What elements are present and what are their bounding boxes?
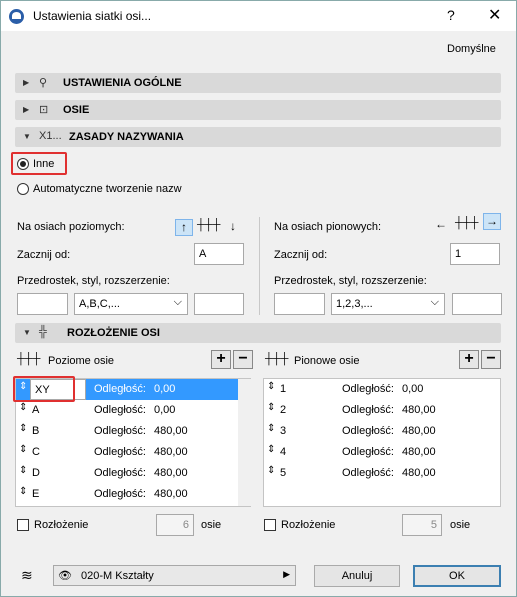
reorder-icon[interactable]: ⇕: [19, 423, 27, 434]
cancel-button[interactable]: Anuluj: [314, 565, 400, 587]
section-axes[interactable]: ▶ ⊡ OSIE: [15, 100, 501, 120]
list-item[interactable]: ⇕ 2 Odległość: 480,00: [264, 400, 500, 421]
list-item[interactable]: ⇕ E Odległość: 480,00: [16, 484, 238, 505]
vertical-distribution-checkbox[interactable]: [264, 519, 276, 531]
horizontal-suffix-input[interactable]: [194, 293, 244, 315]
list-item[interactable]: ⇕ 4 Odległość: 480,00: [264, 442, 500, 463]
expand-arrow-icon[interactable]: ▶: [23, 105, 29, 114]
list-item[interactable]: ⇕ B Odległość: 480,00: [16, 421, 238, 442]
section-naming-rules[interactable]: ▼ X1... ZASADY NAZYWANIA: [15, 127, 501, 147]
horizontal-distribution-count[interactable]: 6: [156, 514, 194, 536]
horizontal-start-label: Zacznij od:: [17, 249, 71, 261]
scrollbar[interactable]: [238, 379, 251, 506]
arrow-left-icon[interactable]: ←: [435, 217, 447, 231]
expand-arrow-icon[interactable]: ▶: [23, 78, 29, 87]
reorder-icon[interactable]: ⇕: [19, 444, 27, 455]
highlight-box: [13, 376, 75, 402]
vertical-prefix-label: Przedrostek, styl, rozszerzenie:: [274, 275, 427, 287]
naming-auto-label: Automatyczne tworzenie nazw: [33, 183, 182, 195]
list-item[interactable]: ⇕ A Odległość: 0,00: [16, 400, 238, 421]
layer-selector[interactable]: 👁 020-M Kształty ▶: [53, 565, 296, 586]
arrow-right-icon[interactable]: →: [483, 213, 501, 230]
remove-vertical-axis-button[interactable]: −: [481, 350, 501, 369]
section-general-settings[interactable]: ▶ ⚲ USTAWIENIA OGÓLNE: [15, 73, 501, 93]
vertical-distribution-count[interactable]: 5: [402, 514, 442, 536]
chevron-down-icon: ⌵: [173, 296, 182, 308]
collapse-arrow-icon[interactable]: ▼: [23, 132, 31, 141]
axis-marker-icon: ⊡: [39, 104, 49, 116]
reorder-icon[interactable]: ⇕: [19, 486, 27, 497]
list-item[interactable]: ⇕ 3 Odległość: 480,00: [264, 421, 500, 442]
add-vertical-axis-button[interactable]: +: [459, 350, 479, 369]
reorder-icon[interactable]: ⇕: [267, 402, 275, 413]
close-button[interactable]: ✕: [488, 5, 501, 25]
numbering-icon: X1...: [39, 130, 62, 142]
vertical-prefix-input[interactable]: [274, 293, 325, 315]
horizontal-prefix-label: Przedrostek, styl, rozszerzenie:: [17, 275, 170, 287]
chevron-right-icon: ▶: [283, 569, 290, 579]
reorder-icon[interactable]: ⇕: [267, 381, 275, 392]
vertical-axes-icon: ┼┼┼: [265, 353, 289, 365]
vertical-distribution-unit: osie: [450, 519, 471, 531]
eye-icon: 👁: [58, 570, 72, 582]
horizontal-start-input[interactable]: A: [194, 243, 244, 265]
naming-other-label: Inne: [33, 158, 55, 170]
collapse-arrow-icon[interactable]: ▼: [23, 328, 31, 337]
add-horizontal-axis-button[interactable]: +: [211, 350, 231, 369]
reorder-icon[interactable]: ⇕: [19, 465, 27, 476]
layers-icon: ≋: [21, 567, 33, 583]
list-item[interactable]: ⇕ C Odległość: 480,00: [16, 442, 238, 463]
arrow-up-icon[interactable]: ↑: [175, 219, 193, 236]
pin-icon: ⚲: [39, 77, 48, 89]
reorder-icon[interactable]: ⇕: [267, 444, 275, 455]
list-item[interactable]: ⇕ 1 Odległość: 0,00: [264, 379, 500, 400]
vertical-start-input[interactable]: 1: [450, 243, 500, 265]
divider: [259, 217, 260, 315]
vertical-axes-label: Pionowe osie: [294, 355, 360, 367]
grid-horizontal-icon: ┼┼┼: [197, 219, 221, 231]
horizontal-style-dropdown[interactable]: A,B,C,... ⌵: [74, 293, 188, 315]
horizontal-axes-icon: ┼┼┼: [17, 353, 41, 365]
reorder-icon[interactable]: ⇕: [267, 423, 275, 434]
vertical-style-dropdown[interactable]: 1,2,3,... ⌵: [331, 293, 445, 315]
horizontal-prefix-input[interactable]: [17, 293, 68, 315]
window-title: Ustawienia siatki osi...: [33, 9, 152, 23]
horizontal-distribution-unit: osie: [201, 519, 222, 531]
grid-vertical-icon: ┼┼┼: [455, 217, 479, 229]
remove-horizontal-axis-button[interactable]: −: [233, 350, 253, 369]
help-button[interactable]: ?: [447, 7, 455, 23]
vertical-axes-heading: Na osiach pionowych:: [274, 221, 382, 233]
horizontal-axes-heading: Na osiach poziomych:: [17, 221, 125, 233]
horizontal-distribution-label: Rozłożenie: [34, 519, 89, 531]
ok-button[interactable]: OK: [413, 565, 501, 587]
vertical-start-label: Zacznij od:: [274, 249, 328, 261]
horizontal-axes-label: Poziome osie: [48, 355, 115, 367]
defaults-link[interactable]: Domyślne: [447, 43, 496, 55]
arrow-down-icon[interactable]: ↓: [230, 219, 236, 233]
list-item[interactable]: ⇕ D Odległość: 480,00: [16, 463, 238, 484]
section-axis-layout[interactable]: ▼ ╬ ROZŁOŻENIE OSI: [15, 323, 501, 343]
chevron-down-icon: ⌵: [430, 296, 439, 308]
reorder-icon[interactable]: ⇕: [267, 465, 275, 476]
naming-auto-radio[interactable]: [17, 183, 29, 195]
horizontal-distribution-checkbox[interactable]: [17, 519, 29, 531]
axis-grid-settings-dialog: Ustawienia siatki osi... ? ✕ Domyślne ▶ …: [0, 0, 517, 597]
vertical-suffix-input[interactable]: [452, 293, 502, 315]
vertical-axes-list: ⇕ 1 Odległość: 0,00 ⇕ 2 Odległość: 480,0…: [263, 378, 501, 507]
grid-layout-icon: ╬: [39, 326, 47, 338]
naming-other-radio[interactable]: [17, 158, 29, 170]
reorder-icon[interactable]: ⇕: [19, 402, 27, 413]
title-bar: Ustawienia siatki osi... ? ✕: [1, 1, 516, 31]
list-item[interactable]: ⇕ 5 Odległość: 480,00: [264, 463, 500, 484]
archicad-logo-icon: [9, 9, 24, 24]
vertical-distribution-label: Rozłożenie: [281, 519, 336, 531]
